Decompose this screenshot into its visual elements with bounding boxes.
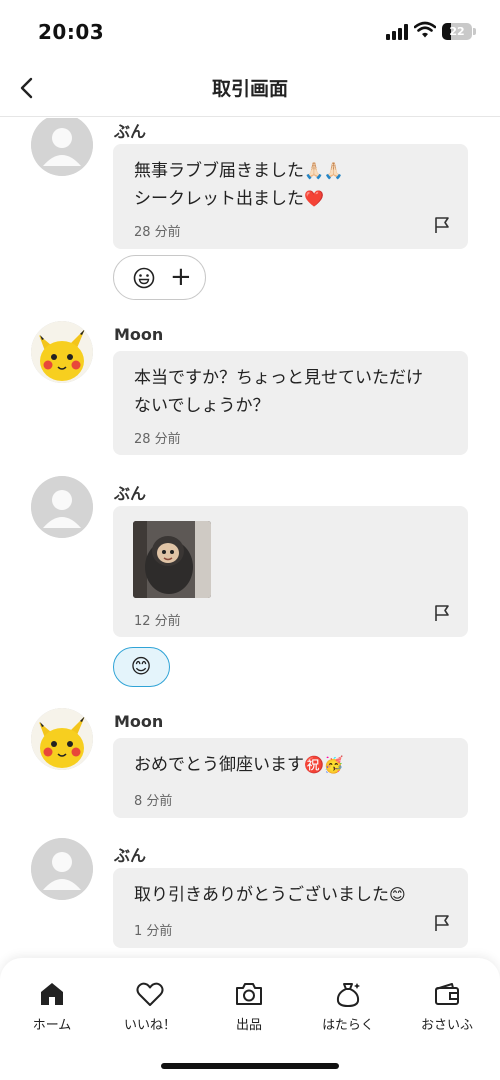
sender-name: Moon [114,325,164,344]
smiling-face-emoji: 😊 [130,654,152,678]
message-time: 1 分前 [134,924,173,939]
tab-home[interactable]: ホーム [2,972,102,1038]
avatar[interactable] [31,838,93,900]
smiling-face-emoji: 😊 [389,885,406,904]
add-reaction-button[interactable]: + [113,255,206,300]
emoji-face-icon [133,267,155,289]
wifi-icon [413,21,437,39]
sender-name: ぶん [114,122,147,141]
flag-icon [435,217,449,233]
message-text: おめでとう御座います㊗️🥳 [134,751,344,779]
message-bubble[interactable]: 無事ラブブ届きました🙏🏻🙏🏻 シークレット出ました❤️ 28 分前 [113,144,468,249]
tab-bar: ホーム いいね！ 出品 はたらく おさいふ [0,958,500,1080]
tab-wallet[interactable]: おさいふ [397,972,497,1038]
heart-icon [136,982,164,1006]
message-time: 28 分前 [134,225,181,240]
wallet-icon [435,983,459,1005]
avatar[interactable] [31,321,93,383]
message-bubble[interactable]: 取り引きありがとうございました😊 1 分前 [113,868,468,948]
home-icon [41,983,63,1005]
status-time: 20:03 [38,20,105,44]
home-indicator [161,1063,339,1069]
sender-name: ぶん [114,484,147,503]
sender-name: Moon [114,712,164,731]
message-text: 取り引きありがとうございました😊 [134,881,406,909]
photo-thumbnail[interactable] [133,521,211,598]
report-flag-button[interactable] [434,604,450,622]
tab-work[interactable]: はたらく [298,972,398,1038]
red-heart-emoji: ❤️ [304,189,324,208]
message-list[interactable]: ぶん 無事ラブブ届きました🙏🏻🙏🏻 シークレット出ました❤️ 28 分前 + M… [0,118,500,960]
message-time: 8 分前 [134,794,173,809]
page-title: 取引画面 [211,78,288,100]
report-flag-button[interactable] [434,914,450,932]
battery-icon: 22 [442,23,476,40]
plus-icon: + [170,262,192,292]
sender-name: ぶん [114,846,147,865]
avatar[interactable] [31,118,93,176]
message-bubble[interactable]: おめでとう御座います㊗️🥳 8 分前 [113,738,468,818]
reaction-pill[interactable]: 😊 [113,647,170,687]
tab-sell[interactable]: 出品 [199,972,299,1038]
praying-hands-emoji: 🙏🏻🙏🏻 [304,161,344,180]
message-time: 12 分前 [134,614,181,629]
camera-icon [236,983,262,1005]
message-bubble[interactable]: 本当ですか？ちょっと見せていただけ ないでしょうか？ 28 分前 [113,351,468,455]
message-text: 本当ですか？ちょっと見せていただけ ないでしょうか？ [134,368,423,416]
flag-icon [435,915,449,931]
message-bubble[interactable]: 12 分前 [113,506,468,637]
avatar[interactable] [31,476,93,538]
status-bar: 20:03 22 [0,0,500,62]
tab-likes[interactable]: いいね！ [100,972,200,1038]
message-text: 無事ラブブ届きました🙏🏻🙏🏻 シークレット出ました❤️ [134,157,344,213]
congratulations-party-emoji: ㊗️🥳 [304,755,344,774]
avatar[interactable] [31,708,93,770]
signal-icon [386,24,408,40]
battery-level: 22 [449,25,465,38]
report-flag-button[interactable] [434,216,450,234]
message-time: 28 分前 [134,432,181,447]
money-bag-icon [336,983,360,1007]
flag-icon [435,605,449,621]
header: 取引画面 [0,62,500,117]
